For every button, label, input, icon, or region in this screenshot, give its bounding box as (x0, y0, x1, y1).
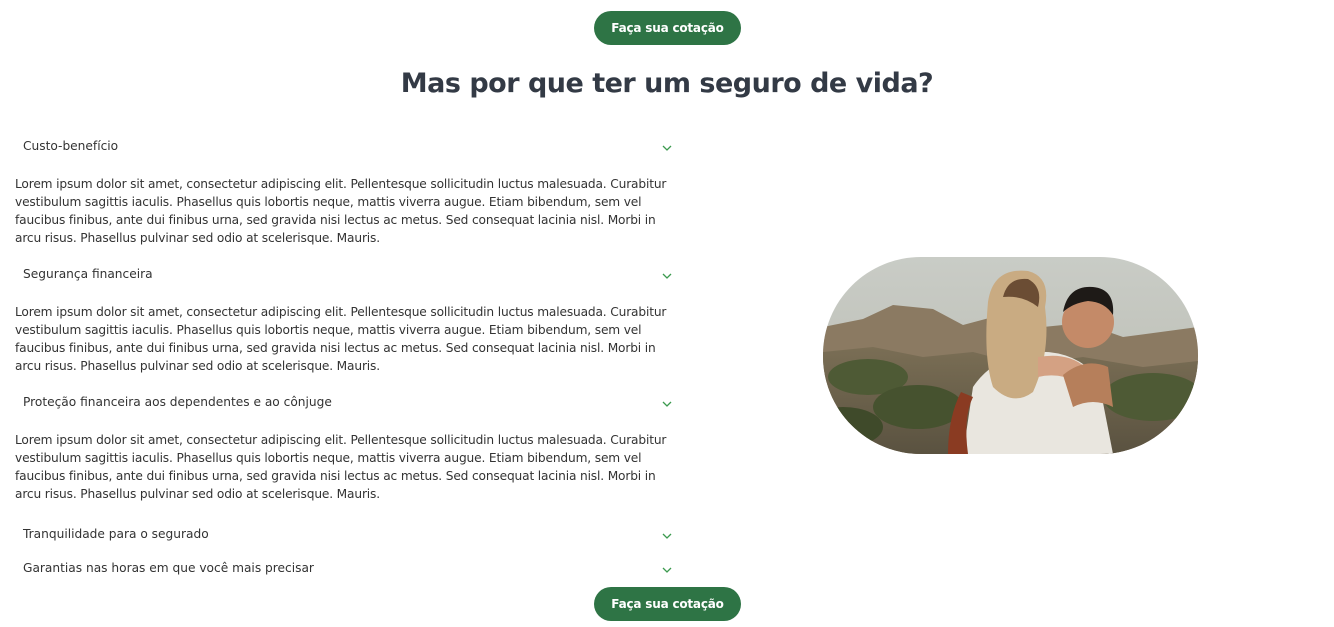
chevron-down-icon (662, 271, 672, 281)
accordion-title: Proteção financeira aos dependentes e ao… (23, 395, 332, 409)
accordion-body: Lorem ipsum dolor sit amet, consectetur … (15, 433, 667, 501)
accordion-title: Tranquilidade para o segurado (23, 527, 209, 541)
accordion-header[interactable]: Custo-benefício (15, 132, 680, 160)
accordion-title: Segurança financeira (23, 267, 153, 281)
accordion-item-garantias: Garantias nas horas em que você mais pre… (15, 554, 680, 582)
accordion-header[interactable]: Proteção financeira aos dependentes e ao… (15, 388, 680, 416)
accordion-title: Garantias nas horas em que você mais pre… (23, 561, 314, 575)
section-title: Mas por que ter um seguro de vida? (400, 68, 934, 99)
accordion-header[interactable]: Garantias nas horas em que você mais pre… (15, 554, 680, 582)
accordion-item-tranquilidade: Tranquilidade para o segurado (15, 520, 680, 548)
accordion-header[interactable]: Segurança financeira (15, 260, 680, 288)
accordion-item-seguranca-financeira: Segurança financeira Lorem ipsum dolor s… (15, 260, 680, 388)
accordion-header[interactable]: Tranquilidade para o segurado (15, 520, 680, 548)
accordion-body: Lorem ipsum dolor sit amet, consectetur … (15, 305, 667, 373)
quote-button-bottom[interactable]: Faça sua cotação (594, 587, 741, 621)
accordion-title: Custo-benefício (23, 139, 119, 153)
chevron-down-icon (662, 399, 672, 409)
accordion-item-protecao-dependentes: Proteção financeira aos dependentes e ao… (15, 388, 680, 516)
chevron-down-icon (662, 531, 672, 541)
chevron-down-icon (662, 143, 672, 153)
faq-accordion: Custo-benefício Lorem ipsum dolor sit am… (15, 132, 680, 582)
accordion-item-custo-beneficio: Custo-benefício Lorem ipsum dolor sit am… (15, 132, 680, 260)
quote-button-top[interactable]: Faça sua cotação (594, 11, 741, 45)
chevron-down-icon (662, 565, 672, 575)
couple-photo (823, 257, 1198, 454)
accordion-body: Lorem ipsum dolor sit amet, consectetur … (15, 177, 667, 245)
